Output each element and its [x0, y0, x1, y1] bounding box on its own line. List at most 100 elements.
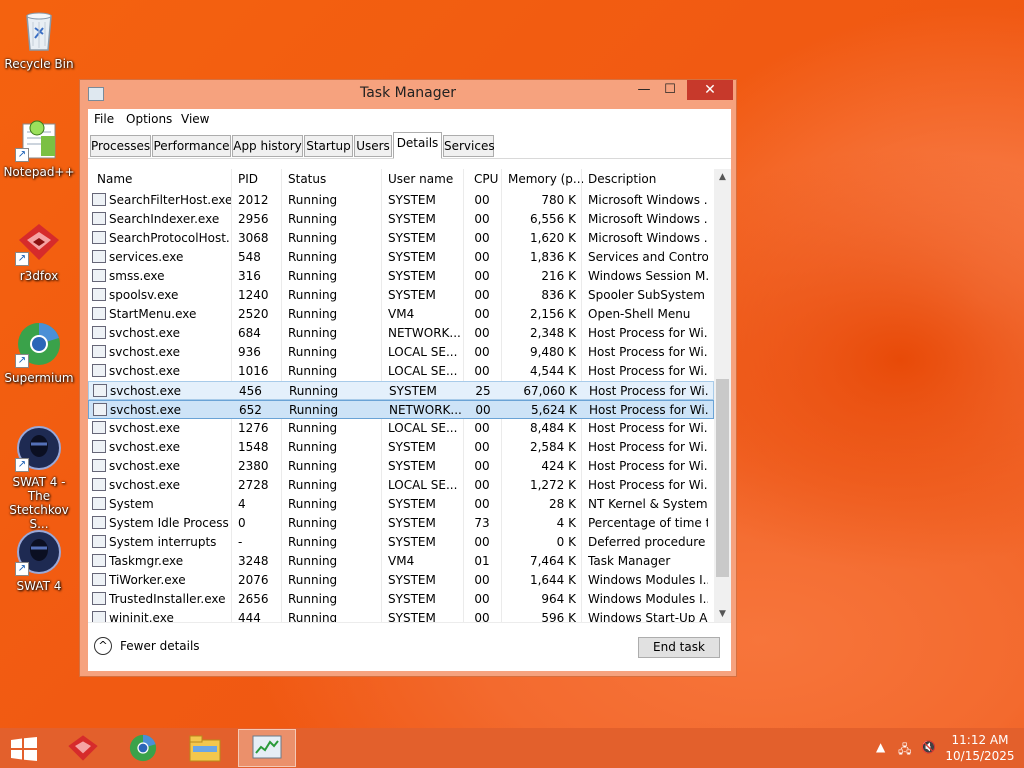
process-cpu: 00: [474, 364, 490, 378]
taskbar-app-task-manager[interactable]: [238, 729, 296, 767]
tab-details[interactable]: Details: [393, 132, 442, 159]
process-status: Running: [288, 440, 338, 454]
title-bar[interactable]: Task Manager — ☐ ✕: [80, 80, 736, 108]
table-row[interactable]: wininit.exe 444 Running SYSTEM 00 596 K Window…: [88, 609, 714, 623]
menu-bar: File Options View: [88, 109, 731, 129]
tab-processes[interactable]: Processes: [90, 135, 151, 157]
process-pid: 456: [239, 384, 262, 398]
show-hidden-icons-chevron-icon[interactable]: ▲: [876, 740, 885, 754]
menu-file[interactable]: File: [94, 112, 114, 126]
process-description: Windows Modules I...: [588, 573, 708, 587]
process-pid: 684: [238, 326, 261, 340]
table-row[interactable]: System 4 Running SYSTEM 00 28 K NT Kernel & Sy…: [88, 495, 714, 514]
scrollbar-thumb[interactable]: [716, 379, 729, 577]
menu-view[interactable]: View: [181, 112, 209, 126]
process-window-icon: [92, 364, 106, 377]
process-description: Host Process for Wi...: [588, 440, 708, 454]
process-user-name: VM4: [388, 554, 415, 568]
process-description: Microsoft Windows ...: [588, 212, 708, 226]
process-user-name: SYSTEM: [389, 384, 437, 398]
column-header-user-name[interactable]: User name: [388, 172, 453, 186]
table-row[interactable]: System Idle Process 0 Running SYSTEM 73 4 K Pe…: [88, 514, 714, 533]
column-header-status[interactable]: Status: [288, 172, 326, 186]
table-row[interactable]: services.exe 548 Running SYSTEM 00 1,836 K Ser…: [88, 248, 714, 267]
taskbar-app-r3dfox[interactable]: [54, 729, 112, 767]
desktop-icon-swat4-stetchkov[interactable]: ↗ SWAT 4 - The Stetchkov S...: [0, 424, 78, 531]
scroll-down-icon[interactable]: ▼: [714, 606, 731, 622]
end-task-button[interactable]: End task: [638, 637, 720, 658]
tab-strip: Processes Performance App history Startu…: [88, 131, 731, 159]
column-header-memory[interactable]: Memory (p...: [508, 172, 584, 186]
tab-services[interactable]: Services: [443, 135, 495, 157]
table-row[interactable]: svchost.exe 936 Running LOCAL SE... 00 9,480 …: [88, 343, 714, 362]
desktop-icon-supermium[interactable]: ↗ Supermium: [0, 320, 78, 385]
table-row[interactable]: svchost.exe 684 Running NETWORK... 00 2,348 K…: [88, 324, 714, 343]
tab-performance[interactable]: Performance: [152, 135, 231, 157]
table-row[interactable]: spoolsv.exe 1240 Running SYSTEM 00 836 K Spool…: [88, 286, 714, 305]
process-status: Running: [288, 421, 338, 435]
close-button[interactable]: ✕: [687, 80, 733, 100]
column-header-cpu[interactable]: CPU: [474, 172, 498, 186]
process-description: Host Process for Wi...: [589, 384, 709, 398]
desktop-icon-r3dfox[interactable]: ↗ r3dfox: [0, 218, 78, 283]
speaker-muted-icon[interactable]: 🔇: [921, 740, 936, 754]
process-pid: 444: [238, 611, 261, 623]
scroll-up-icon[interactable]: ▲: [714, 169, 731, 186]
process-cpu: 25: [475, 384, 491, 398]
table-row[interactable]: Taskmgr.exe 3248 Running VM4 01 7,464 K Task M…: [88, 552, 714, 571]
table-row[interactable]: svchost.exe 1548 Running SYSTEM 00 2,584 K Hos…: [88, 438, 714, 457]
taskbar-app-file-explorer[interactable]: [176, 729, 234, 767]
table-row[interactable]: svchost.exe 2380 Running SYSTEM 00 424 K Host …: [88, 457, 714, 476]
column-header-name[interactable]: Name: [97, 172, 132, 186]
process-memory: 836 K: [541, 288, 576, 302]
vertical-scrollbar[interactable]: ▲ ▼: [714, 169, 731, 622]
process-name: svchost.exe: [110, 384, 181, 398]
process-pid: 2380: [238, 459, 269, 473]
process-status: Running: [288, 497, 338, 511]
column-header-description[interactable]: Description: [588, 172, 656, 186]
desktop-icon-swat4[interactable]: ↗ SWAT 4: [0, 528, 78, 593]
table-row[interactable]: svchost.exe 456 Running SYSTEM 25 67,060 K Hos…: [88, 381, 714, 400]
process-pid: 316: [238, 269, 261, 283]
tab-users[interactable]: Users: [354, 135, 392, 157]
process-cpu: 00: [474, 478, 490, 492]
table-row[interactable]: svchost.exe 652 Running NETWORK... 00 5,624 K…: [88, 400, 714, 419]
process-name: svchost.exe: [109, 421, 180, 435]
network-icon[interactable]: 🖧: [898, 740, 911, 761]
table-row[interactable]: svchost.exe 1276 Running LOCAL SE... 00 8,484…: [88, 419, 714, 438]
desktop-icon-notepad-plus-plus[interactable]: ↗ Notepad++: [0, 114, 78, 179]
table-row[interactable]: StartMenu.exe 2520 Running VM4 00 2,156 K Open…: [88, 305, 714, 324]
shortcut-arrow-icon: ↗: [15, 354, 29, 368]
table-row[interactable]: TiWorker.exe 2076 Running SYSTEM 00 1,644 K Wi…: [88, 571, 714, 590]
start-button[interactable]: [10, 737, 38, 761]
tab-app-history[interactable]: App history: [232, 135, 303, 157]
process-description: Windows Modules I...: [588, 592, 708, 606]
column-header-pid[interactable]: PID: [238, 172, 258, 186]
tab-startup[interactable]: Startup: [304, 135, 353, 157]
process-description: Microsoft Windows ...: [588, 193, 708, 207]
menu-options[interactable]: Options: [126, 112, 172, 126]
table-row[interactable]: svchost.exe 1016 Running LOCAL SE... 00 4,544…: [88, 362, 714, 381]
process-name: svchost.exe: [109, 326, 180, 340]
taskbar-app-supermium[interactable]: [114, 729, 172, 767]
table-row[interactable]: svchost.exe 2728 Running LOCAL SE... 00 1,272…: [88, 476, 714, 495]
table-row[interactable]: smss.exe 316 Running SYSTEM 00 216 K Windows S…: [88, 267, 714, 286]
process-pid: 2656: [238, 592, 269, 606]
table-row[interactable]: System interrupts - Running SYSTEM 00 0 K Defe…: [88, 533, 714, 552]
fewer-details-button[interactable]: ^ Fewer details: [94, 637, 200, 655]
table-row[interactable]: SearchProtocolHost.... 3068 Running SYSTEM 0…: [88, 229, 714, 248]
process-description: Deferred procedure ...: [588, 535, 708, 549]
table-row[interactable]: SearchIndexer.exe 2956 Running SYSTEM 00 6,55…: [88, 210, 714, 229]
printer-icon: [92, 288, 106, 301]
windows-logo-icon: [11, 737, 37, 761]
process-user-name: NETWORK...: [388, 326, 461, 340]
minimize-button[interactable]: —: [631, 80, 657, 100]
process-pid: 3068: [238, 231, 269, 245]
process-description: Host Process for Wi...: [588, 345, 708, 359]
taskbar-clock[interactable]: 11:12 AM 10/15/2025: [944, 732, 1016, 764]
table-row[interactable]: TrustedInstaller.exe 2656 Running SYSTEM 00 9…: [88, 590, 714, 609]
process-user-name: SYSTEM: [388, 288, 436, 302]
table-row[interactable]: SearchFilterHost.exe 2012 Running SYSTEM 00 7…: [88, 191, 714, 210]
maximize-button[interactable]: ☐: [657, 80, 683, 100]
desktop-icon-recycle-bin[interactable]: Recycle Bin: [0, 6, 78, 71]
